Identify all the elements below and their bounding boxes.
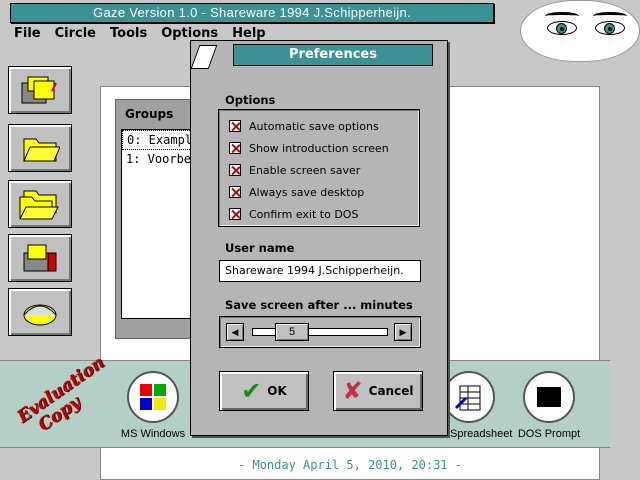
evaluation-stamp: Evaluation Copy [8, 353, 108, 444]
slider-left-arrow-icon[interactable]: ◀ [226, 323, 244, 341]
status-datetime: - Monday April 5, 2010, 20:31 - [238, 458, 462, 472]
username-input[interactable]: Shareware 1994 J.Schipperheijn. [219, 260, 421, 282]
screensaver-slider: ◀ 5 ▶ [219, 316, 421, 348]
options-label: Options [225, 93, 276, 107]
option-label: Always save desktop [249, 185, 365, 199]
list-item[interactable]: 0: Examples [122, 130, 200, 150]
drive-button[interactable] [8, 288, 72, 336]
folder-icon [23, 138, 60, 162]
checkbox-checked-icon[interactable] [229, 186, 241, 198]
app-label: DOS Prompt [517, 428, 581, 440]
option-label: Confirm exit to DOS [249, 207, 359, 221]
dialog-title: Preferences [233, 44, 433, 66]
option-screen-saver[interactable]: Enable screen saver [229, 162, 360, 178]
cabinet-button[interactable] [8, 66, 72, 114]
option-auto-save[interactable]: Automatic save options [229, 118, 379, 134]
left-eyebrow [545, 12, 579, 20]
option-label: Enable screen saver [249, 163, 361, 177]
app-dos-prompt[interactable]: DOS Prompt [504, 371, 594, 440]
screensaver-label: Save screen after ... minutes [225, 298, 413, 312]
menu-tools[interactable]: Tools [110, 24, 147, 44]
folders-button[interactable] [8, 180, 72, 228]
menu-circle[interactable]: Circle [55, 24, 96, 44]
groups-list[interactable]: 0: Examples 1: Voorbeelden [121, 129, 201, 319]
dos-prompt-icon [537, 387, 561, 407]
options-group: Automatic save options Show introduction… [218, 109, 420, 227]
checkbox-checked-icon[interactable] [229, 120, 241, 132]
export-button[interactable] [8, 234, 72, 282]
folders-icon [19, 190, 59, 220]
spreadsheet-icon [454, 385, 481, 411]
right-eyebrow [593, 12, 627, 20]
sidebar [0, 62, 78, 347]
option-label: Automatic save options [249, 119, 379, 133]
drive-icon [23, 304, 57, 326]
left-eye-icon [547, 21, 577, 35]
menu-file[interactable]: File [14, 24, 41, 44]
preferences-dialog: Preferences Options Automatic save optio… [190, 40, 448, 436]
checkbox-checked-icon[interactable] [229, 208, 241, 220]
checkbox-checked-icon[interactable] [229, 142, 241, 154]
cancel-button[interactable]: ✘ Cancel [333, 371, 423, 411]
windows-logo-icon [140, 384, 166, 410]
option-label: Show introduction screen [249, 141, 389, 155]
checkbox-checked-icon[interactable] [229, 164, 241, 176]
option-save-desktop[interactable]: Always save desktop [229, 184, 364, 200]
app-ms-windows[interactable]: MS Windows [108, 371, 198, 440]
slider-thumb[interactable]: 5 [275, 323, 309, 341]
app-label: MS Windows [120, 428, 186, 440]
list-item[interactable]: 1: Voorbeelden [122, 150, 200, 168]
open-folder-button[interactable] [8, 124, 72, 172]
username-label: User name [225, 241, 295, 255]
slider-right-arrow-icon[interactable]: ▶ [394, 323, 412, 341]
slider-track[interactable] [252, 328, 388, 336]
option-show-intro[interactable]: Show introduction screen [229, 140, 389, 156]
ok-button[interactable]: ✔ OK [219, 371, 309, 411]
dialog-menu-icon[interactable] [190, 45, 218, 69]
cancel-label: Cancel [368, 384, 414, 398]
right-eye-icon [595, 21, 625, 35]
eyes-logo [520, 0, 640, 62]
ok-label: OK [267, 384, 287, 398]
cancel-x-icon: ✘ [342, 377, 363, 405]
groups-label: Groups [125, 107, 174, 121]
file-cabinet-icon [21, 76, 57, 104]
window-title: Gaze Version 1.0 - Shareware 1994 J.Schi… [10, 3, 494, 23]
cabinet-export-icon [23, 244, 57, 272]
option-confirm-exit[interactable]: Confirm exit to DOS [229, 206, 358, 222]
checkmark-icon: ✔ [241, 377, 262, 405]
